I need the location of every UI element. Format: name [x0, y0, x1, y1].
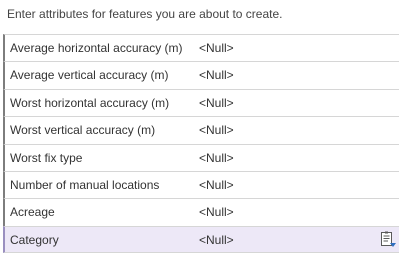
attribute-row-category[interactable]: Category <Null> [3, 225, 399, 254]
attribute-value[interactable]: <Null> [199, 205, 234, 219]
instruction-text: Enter attributes for features you are ab… [7, 7, 283, 21]
attribute-value[interactable]: <Null> [199, 178, 234, 192]
attribute-value[interactable]: <Null> [199, 151, 234, 165]
attribute-row-worst-vertical-accuracy[interactable]: Worst vertical accuracy (m) <Null> [3, 116, 399, 144]
attribute-label: Acreage [10, 205, 55, 220]
attribute-value[interactable]: <Null> [199, 233, 234, 247]
attribute-label: Category [10, 232, 59, 247]
attribute-label: Worst vertical accuracy (m) [10, 123, 156, 138]
attribute-table: Average horizontal accuracy (m) <Null> A… [3, 34, 399, 254]
attribute-row-number-of-manual-locations[interactable]: Number of manual locations <Null> [3, 170, 399, 199]
attribute-row-acreage[interactable]: Acreage <Null> [3, 198, 399, 226]
attribute-value[interactable]: <Null> [199, 41, 234, 55]
attribute-row-average-horizontal-accuracy[interactable]: Average horizontal accuracy (m) <Null> [3, 34, 399, 62]
attribute-row-worst-fix-type[interactable]: Worst fix type <Null> [3, 143, 399, 171]
attribute-label: Average horizontal accuracy (m) [10, 41, 183, 55]
attribute-label: Worst fix type [10, 150, 83, 165]
attribute-value[interactable]: <Null> [199, 123, 234, 137]
attribute-row-average-vertical-accuracy[interactable]: Average vertical accuracy (m) <Null> [3, 61, 399, 89]
list-dropdown-icon[interactable] [379, 231, 397, 249]
attribute-value[interactable]: <Null> [199, 96, 234, 110]
attribute-row-worst-horizontal-accuracy[interactable]: Worst horizontal accuracy (m) <Null> [3, 88, 399, 117]
attribute-label: Average vertical accuracy (m) [10, 68, 169, 83]
attribute-label: Worst horizontal accuracy (m) [10, 95, 170, 110]
attribute-label: Number of manual locations [10, 177, 160, 192]
attribute-value[interactable]: <Null> [199, 68, 234, 82]
